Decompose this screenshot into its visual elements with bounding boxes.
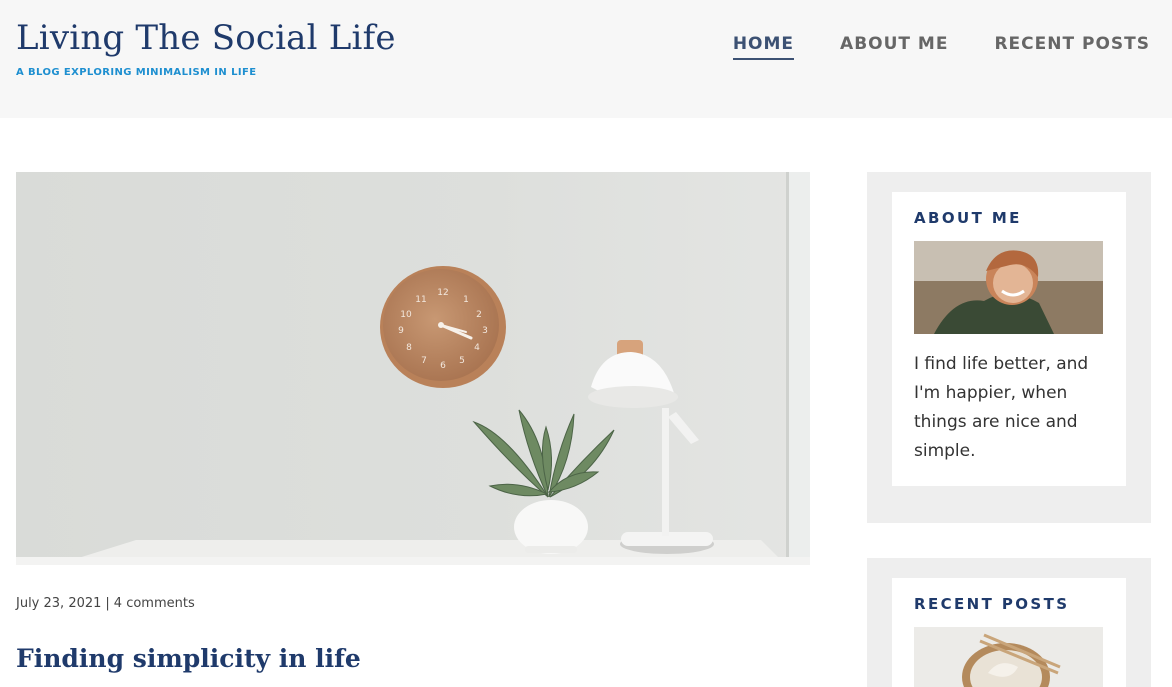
svg-text:4: 4 (474, 343, 480, 353)
svg-text:12: 12 (437, 288, 448, 298)
post-title[interactable]: Finding simplicity in life (16, 644, 361, 673)
svg-text:3: 3 (482, 326, 488, 336)
svg-text:5: 5 (459, 356, 465, 366)
about-me-card: ABOUT ME I find life better, and I'm hap… (892, 192, 1126, 486)
site-header: Living The Social Life A BLOG EXPLORING … (0, 0, 1172, 118)
post-comments-link[interactable]: 4 comments (114, 596, 195, 611)
site-tagline: A BLOG EXPLORING MINIMALISM IN LIFE (16, 67, 257, 78)
hero-illustration: 12 1 2 3 4 5 6 7 8 9 10 11 (16, 172, 810, 565)
recent-posts-widget: RECENT POSTS (867, 558, 1151, 687)
svg-text:7: 7 (421, 356, 427, 366)
about-me-text: I find life better, and I'm happier, whe… (914, 354, 1089, 461)
nav-item-about-me[interactable]: ABOUT ME (840, 34, 948, 60)
recent-posts-card: RECENT POSTS (892, 578, 1126, 687)
post-date: July 23, 2021 (16, 596, 102, 611)
svg-text:1: 1 (463, 295, 469, 305)
recent-posts-title: RECENT POSTS (914, 595, 1070, 613)
svg-text:2: 2 (476, 310, 482, 320)
about-me-title: ABOUT ME (914, 209, 1022, 227)
svg-text:9: 9 (398, 326, 404, 336)
about-me-widget: ABOUT ME I find life better, and I'm hap… (867, 172, 1151, 523)
svg-text:10: 10 (400, 310, 412, 320)
main-nav: HOME ABOUT ME RECENT POSTS (732, 34, 1150, 60)
svg-text:6: 6 (440, 361, 446, 371)
nav-item-home[interactable]: HOME (732, 34, 795, 60)
nav-item-recent-posts[interactable]: RECENT POSTS (994, 34, 1150, 60)
svg-text:8: 8 (406, 343, 412, 353)
wall-clock: 12 1 2 3 4 5 6 7 8 9 10 11 (380, 266, 506, 388)
post-meta: July 23, 2021 | 4 comments (16, 596, 195, 611)
meta-separator: | (105, 596, 110, 611)
site-title[interactable]: Living The Social Life (16, 18, 396, 58)
recent-post-thumbnail[interactable] (914, 627, 1103, 687)
svg-text:11: 11 (415, 295, 426, 305)
post-hero-image[interactable]: 12 1 2 3 4 5 6 7 8 9 10 11 (16, 172, 810, 565)
about-me-photo (914, 241, 1103, 334)
